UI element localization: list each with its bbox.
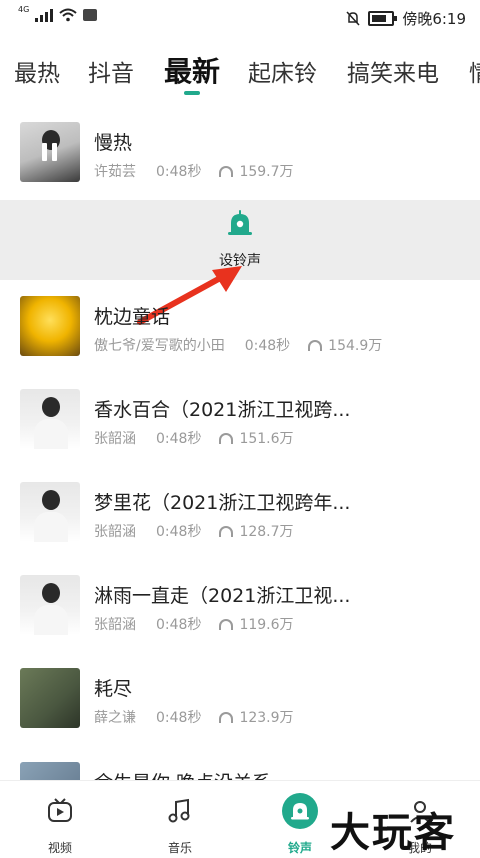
watermark: 大玩客 [330, 810, 456, 856]
song-plays: 154.9万 [308, 338, 382, 354]
song-cover [20, 482, 80, 542]
song-cover [20, 668, 80, 728]
battery-icon [368, 11, 398, 26]
song-artist: 傲七爷/爱写歌的小田 [94, 338, 225, 354]
nav-label: 音乐 [167, 841, 192, 855]
pause-icon[interactable] [42, 143, 58, 161]
song-plays: 151.6万 [219, 431, 294, 447]
headphones-icon [219, 526, 234, 537]
status-bar: 4G 傍晚6:19 [0, 0, 480, 36]
network-type: 4G [18, 4, 30, 14]
song-plays: 159.7万 [219, 164, 294, 180]
song-duration: 0:48秒 [156, 617, 202, 633]
song-cover [20, 296, 80, 356]
song-plays: 119.6万 [219, 617, 294, 633]
song-duration: 0:48秒 [244, 338, 291, 354]
song-cover [20, 122, 80, 182]
music-note-icon [168, 798, 190, 823]
tab-hottest[interactable]: 最热 [14, 54, 60, 88]
tab-emotion[interactable]: 情 [469, 54, 480, 88]
category-tabs: 最热 抖音 最新 起床铃 搞笑来电 情 [0, 40, 480, 100]
tab-wakeup[interactable]: 起床铃 [248, 54, 317, 88]
song-meta: 薛之谦 0:48秒 123.9万 [94, 707, 294, 727]
active-tab-indicator [184, 91, 200, 95]
song-meta: 张韶涵 0:48秒 151.6万 [94, 428, 294, 448]
headphones-icon [219, 712, 234, 723]
song-title: 慢热 [94, 132, 133, 154]
wifi-icon [59, 8, 77, 22]
song-meta: 许茹芸 0:48秒 159.7万 [94, 161, 294, 181]
song-title: 耗尽 [94, 678, 133, 700]
song-duration: 0:48秒 [156, 524, 202, 540]
song-item[interactable]: 耗尽 薛之谦 0:48秒 123.9万 [0, 668, 480, 760]
song-title: 淋雨一直走（2021浙江卫视... [94, 585, 351, 607]
song-artist: 张韶涵 [94, 524, 136, 540]
song-artist: 薛之谦 [94, 710, 136, 726]
status-time: 傍晚6:19 [402, 10, 466, 28]
headphones-icon [219, 433, 234, 444]
song-item[interactable]: 淋雨一直走（2021浙江卫视... 张韶涵 0:48秒 119.6万 [0, 575, 480, 667]
nav-label: 铃声 [287, 841, 312, 855]
tab-newest[interactable]: 最新 [164, 50, 220, 90]
status-left: 4G [18, 4, 98, 22]
song-duration: 0:48秒 [156, 431, 202, 447]
tab-douyin[interactable]: 抖音 [88, 54, 134, 88]
song-artist: 张韶涵 [94, 617, 136, 633]
headphones-icon [219, 619, 234, 630]
tab-funny-call[interactable]: 搞笑来电 [347, 54, 439, 88]
song-item[interactable]: 香水百合（2021浙江卫视跨... 张韶涵 0:48秒 151.6万 [0, 389, 480, 481]
song-item[interactable]: 枕边童话 傲七爷/爱写歌的小田 0:48秒 154.9万 [0, 296, 480, 388]
song-duration: 0:48秒 [156, 710, 202, 726]
mute-bell-icon [346, 11, 360, 26]
nav-label: 视频 [47, 841, 72, 855]
song-cover [20, 389, 80, 449]
song-title: 梦里花（2021浙江卫视跨年... [94, 492, 351, 514]
headphones-icon [219, 166, 234, 177]
song-title: 枕边童话 [94, 306, 171, 328]
video-icon [48, 798, 72, 822]
bell-icon [282, 793, 318, 829]
song-meta: 张韶涵 0:48秒 119.6万 [94, 614, 294, 634]
song-plays: 128.7万 [219, 524, 294, 540]
song-artist: 许茹芸 [94, 164, 136, 180]
song-meta: 傲七爷/爱写歌的小田 0:48秒 154.9万 [94, 335, 382, 355]
headphones-icon [308, 340, 323, 351]
song-title: 香水百合（2021浙江卫视跨... [94, 399, 351, 421]
song-artist: 张韶涵 [94, 431, 136, 447]
song-plays: 123.9万 [219, 710, 294, 726]
bell-icon[interactable] [227, 210, 253, 240]
song-item[interactable]: 梦里花（2021浙江卫视跨年... 张韶涵 0:48秒 128.7万 [0, 482, 480, 574]
notification-icon [83, 9, 98, 21]
status-right: 傍晚6:19 [346, 8, 466, 29]
song-meta: 张韶涵 0:48秒 128.7万 [94, 521, 294, 541]
signal-icon [35, 8, 54, 22]
song-duration: 0:48秒 [156, 164, 202, 180]
song-cover [20, 575, 80, 635]
